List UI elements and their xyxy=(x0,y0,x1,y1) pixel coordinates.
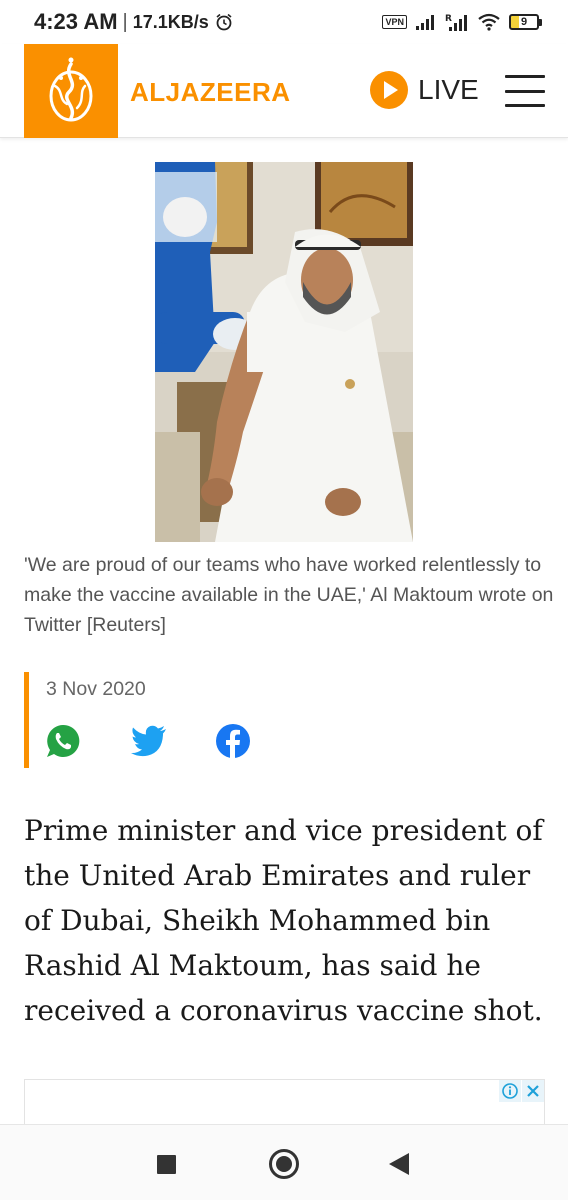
aljazeera-logo[interactable] xyxy=(24,44,118,138)
aljazeera-calligraphy-icon xyxy=(49,57,93,122)
share-buttons xyxy=(44,722,252,760)
live-play-icon xyxy=(370,71,408,109)
hamburger-menu-icon[interactable] xyxy=(505,75,545,107)
system-nav-bar xyxy=(0,1124,568,1200)
status-separator: | xyxy=(122,10,128,33)
article-photo xyxy=(155,162,413,542)
publish-date: 3 Nov 2020 xyxy=(46,678,146,700)
live-button[interactable]: LIVE xyxy=(370,71,479,109)
status-time: 4:23 AM xyxy=(34,9,118,34)
svg-text:R: R xyxy=(445,14,452,24)
recents-square-icon[interactable] xyxy=(157,1155,176,1174)
status-bar: 4:23 AM | 17.1KB/s VPN R 9 xyxy=(0,0,568,44)
signal-icon xyxy=(416,15,434,30)
ad-close-icon[interactable] xyxy=(522,1080,544,1102)
article-lead-paragraph: Prime minister and vice president of the… xyxy=(24,814,543,1027)
vpn-icon: VPN xyxy=(382,15,407,29)
facebook-icon[interactable] xyxy=(214,722,252,760)
ad-controls xyxy=(499,1080,544,1102)
battery-icon: 9 xyxy=(509,14,542,30)
live-label: LIVE xyxy=(418,74,479,105)
site-header: ALJAZEERA LIVE xyxy=(0,44,568,138)
roaming-signal-icon: R xyxy=(445,14,467,31)
twitter-icon[interactable] xyxy=(130,722,168,760)
network-speed: 17.1KB/s xyxy=(132,11,209,32)
whatsapp-icon[interactable] xyxy=(44,722,82,760)
battery-level: 9 xyxy=(509,14,539,30)
status-icons: VPN R 9 xyxy=(382,13,542,31)
ad-banner[interactable] xyxy=(24,1079,545,1124)
wifi-icon xyxy=(478,13,500,31)
brand-name[interactable]: ALJAZEERA xyxy=(130,77,291,108)
alarm-icon xyxy=(216,13,232,31)
article-meta: 3 Nov 2020 xyxy=(24,672,324,768)
home-circle-icon[interactable] xyxy=(269,1149,299,1179)
photo-caption: 'We are proud of our teams who have work… xyxy=(24,554,554,636)
ad-info-icon[interactable] xyxy=(499,1080,521,1102)
back-triangle-icon[interactable] xyxy=(389,1153,409,1175)
